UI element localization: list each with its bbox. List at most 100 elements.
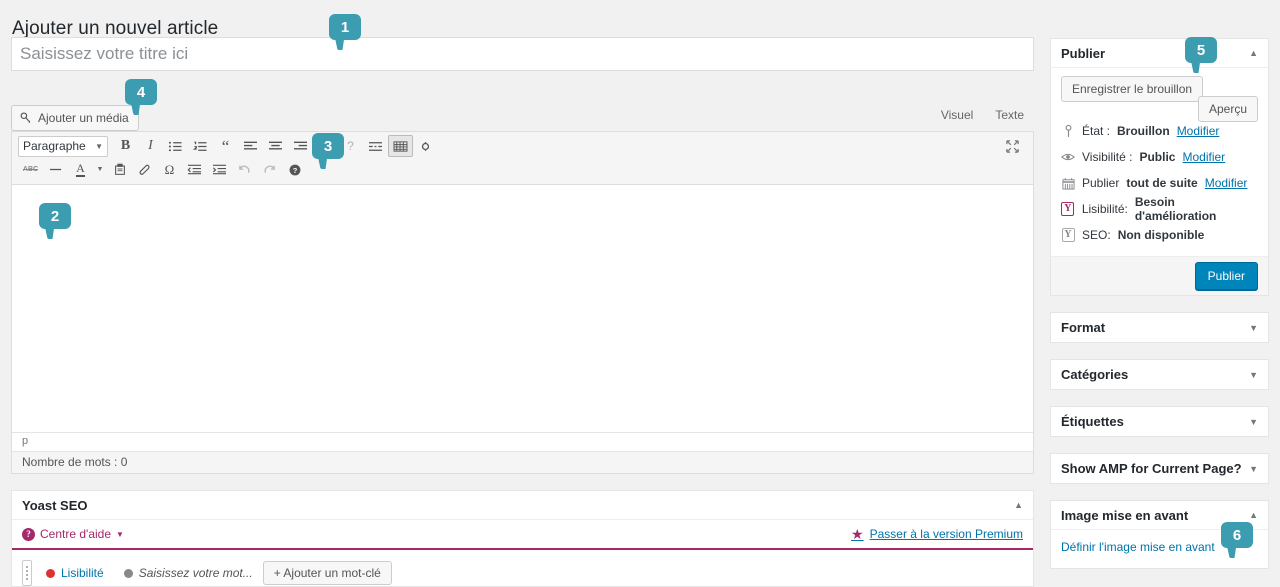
help-center-label: Centre d'aide [40,527,112,541]
publish-status-label: État : [1082,124,1111,138]
publish-visibility-value: Public [1139,150,1176,164]
publish-box-title: Publier [1061,45,1106,61]
tab-text[interactable]: Texte [985,105,1034,126]
edit-visibility-link[interactable]: Modifier [1182,150,1225,164]
publish-readability-value: Besoin d'amélioration [1134,195,1217,223]
yoast-icon: Y [1061,202,1075,216]
drag-handle-icon[interactable] [22,560,32,586]
chevron-down-icon[interactable]: ▼ [1249,417,1258,427]
editor-toolbar: Paragraphe ▼ B I “ ? ABC A ▼ Ω ? [12,132,1033,185]
format-box: Format ▼ [1050,312,1269,343]
read-more-button[interactable] [363,135,388,157]
publish-schedule-label: Publier [1082,176,1120,190]
post-editor-page: Ajouter un nouvel article Ajouter un méd… [0,0,1280,587]
format-box-header[interactable]: Format ▼ [1051,313,1268,342]
tags-box: Étiquettes ▼ [1050,406,1269,437]
special-character-button[interactable]: Ω [157,159,182,181]
add-media-button[interactable]: Ajouter un média [11,105,139,131]
publish-schedule-row: Publier tout de suite Modifier [1061,170,1258,196]
text-color-caret-icon[interactable]: ▼ [93,159,107,181]
tags-box-title: Étiquettes [1061,414,1124,429]
publish-schedule-value: tout de suite [1126,176,1198,190]
tags-box-header[interactable]: Étiquettes ▼ [1051,407,1268,436]
bulleted-list-button[interactable] [163,135,188,157]
text-color-button[interactable]: A [68,159,93,181]
insert-link-button[interactable] [313,135,338,157]
amp-box: Show AMP for Current Page? ▼ [1050,453,1269,484]
chevron-down-icon[interactable]: ▼ [1249,464,1258,474]
horizontal-rule-button[interactable] [43,159,68,181]
add-keyword-button[interactable]: + Ajouter un mot-clé [262,561,392,585]
question-mark-icon: ? [22,527,35,541]
help-center-button[interactable]: ? Centre d'aide ▼ [22,527,124,541]
media-bar: Ajouter un média Visuel Texte [11,105,1034,131]
align-right-button[interactable] [288,135,313,157]
align-left-button[interactable] [238,135,263,157]
publish-box-header[interactable]: Publier ▲ [1051,39,1268,68]
align-center-button[interactable] [263,135,288,157]
kitchen-sink-button[interactable] [388,135,413,157]
preview-button[interactable]: Aperçu [1197,96,1258,122]
yoast-tab-readability[interactable]: Lisibilité [36,560,114,586]
publish-visibility-row: Visibilité : Public Modifier [1061,144,1258,170]
paste-as-text-button[interactable] [107,159,132,181]
undo-button[interactable] [232,159,257,181]
post-title-input[interactable] [11,37,1034,71]
chevron-down-icon[interactable]: ▼ [1249,323,1258,333]
publish-button[interactable]: Publier [1194,262,1258,290]
yoast-tab-keyword[interactable]: Saisissez votre mot... [114,560,263,586]
toolbar-row-2: ABC A ▼ Ω ? [18,158,1027,181]
yoast-metabox-title: Yoast SEO [22,497,88,513]
edit-status-link[interactable]: Modifier [1177,124,1220,138]
chevron-up-icon[interactable]: ▲ [1249,48,1258,58]
chevron-up-icon[interactable]: ▲ [1014,500,1023,510]
strikethrough-button[interactable]: ABC [18,159,43,181]
clear-formatting-button[interactable] [413,135,438,157]
premium-upgrade-label: Passer à la version Premium [869,527,1023,541]
svg-text:?: ? [292,165,297,174]
yoast-metabox-header[interactable]: Yoast SEO ▲ [12,491,1033,520]
fullscreen-icon[interactable] [1000,135,1025,157]
decrease-indent-button[interactable] [182,159,207,181]
keyword-status-icon [123,568,133,578]
categories-box-title: Catégories [1061,367,1129,382]
editor-content-area[interactable] [12,185,1033,432]
italic-button[interactable]: I [138,135,163,157]
categories-box-header[interactable]: Catégories ▼ [1051,360,1268,389]
paragraph-format-select[interactable]: Paragraphe ▼ [18,135,108,157]
numbered-list-button[interactable] [188,135,213,157]
featured-image-box-header[interactable]: Image mise en avant ▲ [1051,501,1268,530]
premium-upgrade-link[interactable]: ★ Passer à la version Premium [851,526,1023,543]
tab-visual[interactable]: Visuel [930,105,984,126]
publish-status-value: Brouillon [1117,124,1170,138]
publish-meta-list: État : Brouillon Modifier Visibilité : P… [1051,116,1268,256]
publish-actions: Enregistrer le brouillon Aperçu [1051,68,1268,122]
bold-button[interactable]: B [113,135,138,157]
set-featured-image-link[interactable]: Définir l'image mise en avant [1061,540,1215,554]
yoast-analysis-tabs: Lisibilité Saisissez votre mot... + Ajou… [12,550,1033,586]
yoast-icon-grey: Y [1061,228,1075,242]
eraser-button[interactable] [132,159,157,181]
amp-box-header[interactable]: Show AMP for Current Page? ▼ [1051,454,1268,483]
readability-status-icon [46,568,55,578]
pin-icon [1061,124,1075,138]
blockquote-button[interactable]: “ [213,135,238,157]
star-icon: ★ [851,525,864,542]
edit-schedule-link[interactable]: Modifier [1205,176,1248,190]
keyboard-shortcuts-button[interactable]: ? [282,159,307,181]
toolbar-row-1: Paragraphe ▼ B I “ ? [18,134,1027,158]
save-draft-button[interactable]: Enregistrer le brouillon [1061,76,1204,102]
chevron-up-icon[interactable]: ▲ [1249,510,1258,520]
featured-image-box: Image mise en avant ▲ Définir l'image mi… [1050,500,1269,569]
publish-seo-row: Y SEO: Non disponible [1061,222,1258,248]
unlink-button[interactable]: ? [338,135,363,157]
increase-indent-button[interactable] [207,159,232,181]
publish-visibility-label: Visibilité : [1082,150,1133,164]
eye-icon [1061,151,1075,163]
publish-seo-label: SEO: [1082,228,1111,242]
redo-button[interactable] [257,159,282,181]
categories-box: Catégories ▼ [1050,359,1269,390]
sidebar: Publier ▲ Enregistrer le brouillon Aperç… [1050,38,1269,585]
chevron-down-icon: ▼ [95,141,103,151]
chevron-down-icon[interactable]: ▼ [1249,370,1258,380]
